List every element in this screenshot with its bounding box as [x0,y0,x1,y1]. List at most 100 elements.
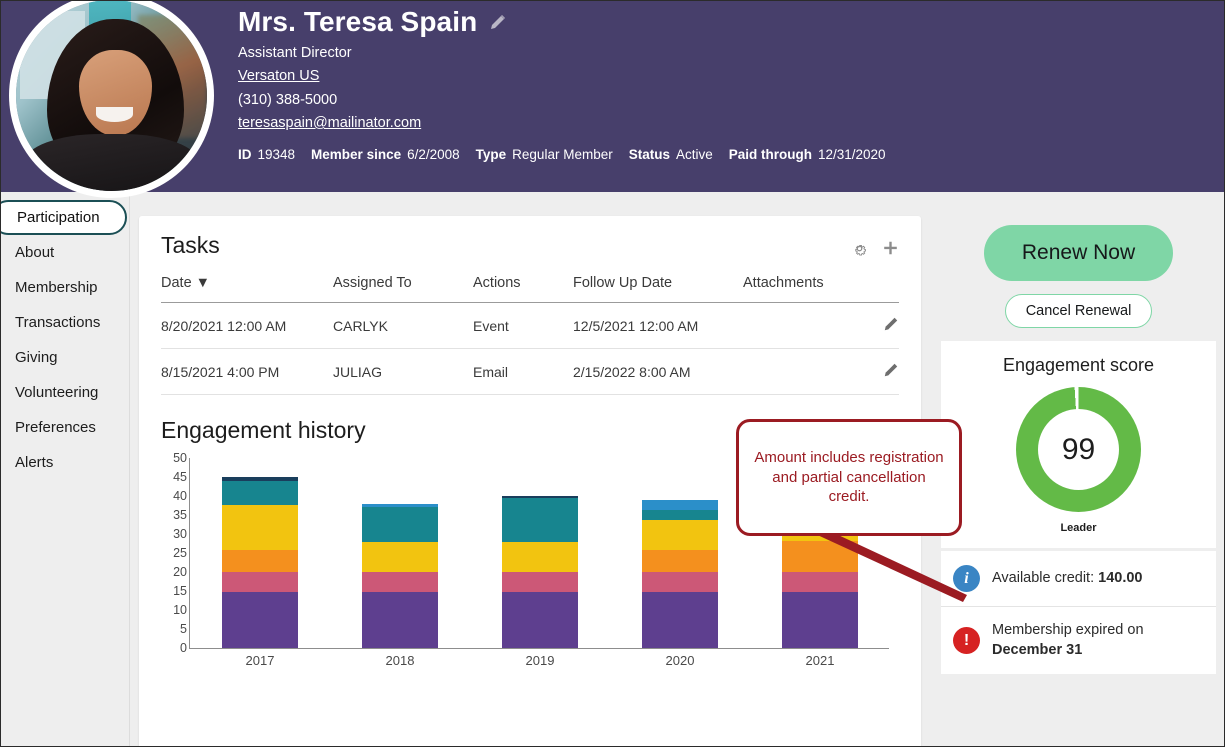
chart-bar[interactable] [362,503,438,648]
table-row[interactable]: 8/20/2021 12:00 AM CARLYK Event 12/5/202… [161,302,899,349]
sidebar-item-alerts[interactable]: Alerts [1,445,129,480]
y-axis-tick: 5 [180,622,187,636]
chart-bar-segment-purple [502,591,578,648]
engagement-score-level: Leader [1060,522,1097,534]
chart-bar-segment-yellow [502,542,578,573]
profile-header: Mrs. Teresa Spain Assistant Director Ver… [1,1,1224,198]
pencil-icon[interactable] [489,13,507,31]
x-axis-line [189,648,889,649]
chart-bar[interactable] [642,499,718,648]
email-link[interactable]: teresaspain@mailinator.com [238,115,421,131]
cell-action: Event [473,302,573,349]
chart-bar-segment-purple [362,591,438,648]
column-header-follow-up-date[interactable]: Follow Up Date [573,275,743,303]
avatar [9,1,214,198]
membership-expired-date: December 31 [992,641,1083,658]
profile-details: Mrs. Teresa Spain Assistant Director Ver… [238,1,1216,162]
profile-meta-row: ID 19348 Member since 6/2/2008 Type Regular… [238,147,1216,162]
engagement-score-title: Engagement score [1002,355,1155,375]
cell-assigned-to: CARLYK [333,302,473,349]
gear-icon[interactable] [851,240,868,257]
chart-bar-segment-yellow [362,542,438,573]
meta-id-value: 19348 [257,147,296,162]
cell-assigned-to: JULIAG [333,348,473,395]
tasks-table: Date ▼ Assigned To Actions Follow Up Dat… [161,275,899,395]
column-header-actions[interactable]: Actions [473,275,573,303]
plus-icon[interactable] [882,240,899,257]
sidebar-item-label: Alerts [15,454,54,471]
cancel-renewal-button[interactable]: Cancel Renewal [1004,294,1153,328]
chart-bar-segment-pink [642,572,718,592]
meta-paid-through-label: Paid through [728,147,812,162]
organization-link[interactable]: Versaton US [238,68,319,84]
x-axis-tick: 2019 [525,653,555,668]
chart-bar-segment-teal [642,509,718,520]
avatar-photo [16,1,207,191]
x-axis-tick: 2021 [805,653,835,668]
sidebar-item-label: Membership [15,279,98,296]
table-header-row: Date ▼ Assigned To Actions Follow Up Dat… [161,275,899,303]
meta-member-since: Member since 6/2/2008 [311,147,460,162]
available-credit-row[interactable]: i Available credit: 140.00 [941,551,1216,606]
y-axis-tick: 50 [173,451,187,465]
table-row[interactable]: 8/15/2021 4:00 PM JULIAG Email 2/15/2022… [161,348,899,395]
profile-name-row: Mrs. Teresa Spain [238,6,1216,38]
cell-attachments [743,348,859,395]
renew-now-button[interactable]: Renew Now [983,225,1174,281]
chart-bar-segment-pink [362,572,438,592]
chart-bar[interactable] [502,496,578,648]
app-window: Mrs. Teresa Spain Assistant Director Ver… [0,0,1225,747]
y-axis-tick: 15 [173,584,187,598]
row-edit-button[interactable] [859,302,899,349]
chart-bar-segment-teal [362,507,438,543]
sidebar-item-label: Giving [15,349,58,366]
sidebar-item-giving[interactable]: Giving [1,340,129,375]
chart-bar-segment-teal [222,480,298,506]
meta-status-label: Status [628,147,670,162]
column-header-assigned-to[interactable]: Assigned To [333,275,473,303]
chart-bar-segment-orange [222,550,298,573]
chart-bar-segment-pink [502,572,578,592]
meta-member-since-label: Member since [311,147,402,162]
column-header-attachments[interactable]: Attachments [743,275,859,303]
cell-action: Email [473,348,573,395]
column-header-date[interactable]: Date ▼ [161,275,333,303]
info-icon: i [953,565,980,592]
engagement-score-value: 99 [1061,432,1096,466]
y-axis-tick: 10 [173,603,187,617]
meta-member-since-value: 6/2/2008 [407,147,460,162]
cell-attachments [743,302,859,349]
page-body: Participation About Membership Transacti… [1,192,1224,746]
sidebar-item-transactions[interactable]: Transactions [1,305,129,340]
tasks-title: Tasks [161,232,220,258]
y-axis-tick: 45 [173,470,187,484]
y-axis-tick: 40 [173,489,187,503]
sidebar-item-about[interactable]: About [1,235,129,270]
chart-bar-segment-pink [782,572,858,592]
y-axis-tick: 0 [180,641,187,655]
membership-expired-row[interactable]: ! Membership expired on December 31 [941,606,1216,675]
sidebar-item-preferences[interactable]: Preferences [1,410,129,445]
chart-bar[interactable] [222,477,298,648]
chart-bar-segment-pink [222,572,298,592]
sidebar-item-membership[interactable]: Membership [1,270,129,305]
cell-follow-up: 2/15/2022 8:00 AM [573,348,743,395]
meta-id-label: ID [238,147,252,162]
cell-date: 8/20/2021 12:00 AM [161,302,333,349]
meta-status-value: Active [675,147,713,162]
x-axis-tick: 2018 [385,653,415,668]
sidebar-item-label: Participation [17,209,100,226]
sidebar-item-participation[interactable]: Participation [1,200,127,235]
y-axis-tick: 30 [173,527,187,541]
x-axis-tick: 2020 [665,653,695,668]
row-edit-button[interactable] [859,348,899,395]
meta-type-value: Regular Member [512,147,613,162]
chart-bar-segment-purple [222,591,298,648]
y-axis-tick: 20 [173,565,187,579]
tasks-header: Tasks [139,216,921,259]
sidebar-item-label: Volunteering [15,384,99,401]
meta-paid-through-value: 12/31/2020 [818,147,886,162]
membership-expired-label: Membership expired on [992,622,1144,638]
right-panel: Renew Now Cancel Renewal Engagement scor… [931,192,1224,746]
sidebar-item-volunteering[interactable]: Volunteering [1,375,129,410]
